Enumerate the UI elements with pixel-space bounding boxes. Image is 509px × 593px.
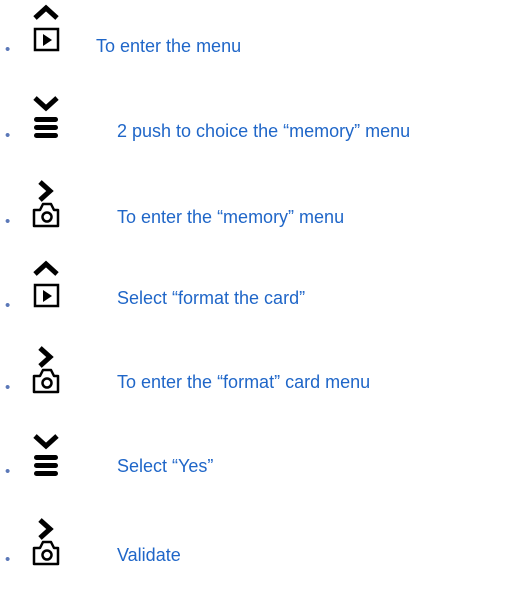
camera-right-icon	[28, 338, 68, 398]
step-item: • To enter the “format” card menu	[0, 338, 509, 398]
step-item: • Select “Yes”	[0, 424, 509, 484]
step-label: To enter the “format” card menu	[117, 372, 371, 392]
bullet: •	[5, 213, 11, 230]
bullet: •	[5, 41, 11, 58]
menu-down-icon	[28, 86, 68, 146]
camera-right-icon	[28, 510, 68, 570]
play-up-icon	[28, 256, 68, 316]
step-item: • 2 push to choice the “memory” menu	[0, 86, 509, 146]
step-label: Validate	[117, 545, 181, 565]
step-item: • Validate	[0, 510, 509, 570]
step-label: To enter the “memory” menu	[117, 207, 345, 227]
menu-down-icon	[28, 424, 68, 484]
step-label: Select “Yes”	[117, 456, 214, 476]
play-up-icon	[28, 0, 68, 60]
step-label: 2 push to choice the “memory” menu	[117, 121, 411, 141]
bullet: •	[5, 127, 11, 144]
bullet: •	[5, 379, 11, 396]
step-label: To enter the menu	[96, 36, 242, 56]
step-item: • To enter the menu	[0, 0, 509, 60]
bullet: •	[5, 551, 11, 568]
bullet: •	[5, 297, 11, 314]
camera-right-icon	[28, 172, 68, 232]
step-item: • Select “format the card”	[0, 256, 509, 316]
step-label: Select “format the card”	[117, 288, 306, 308]
step-item: • To enter the “memory” menu	[0, 172, 509, 232]
bullet: •	[5, 463, 11, 480]
